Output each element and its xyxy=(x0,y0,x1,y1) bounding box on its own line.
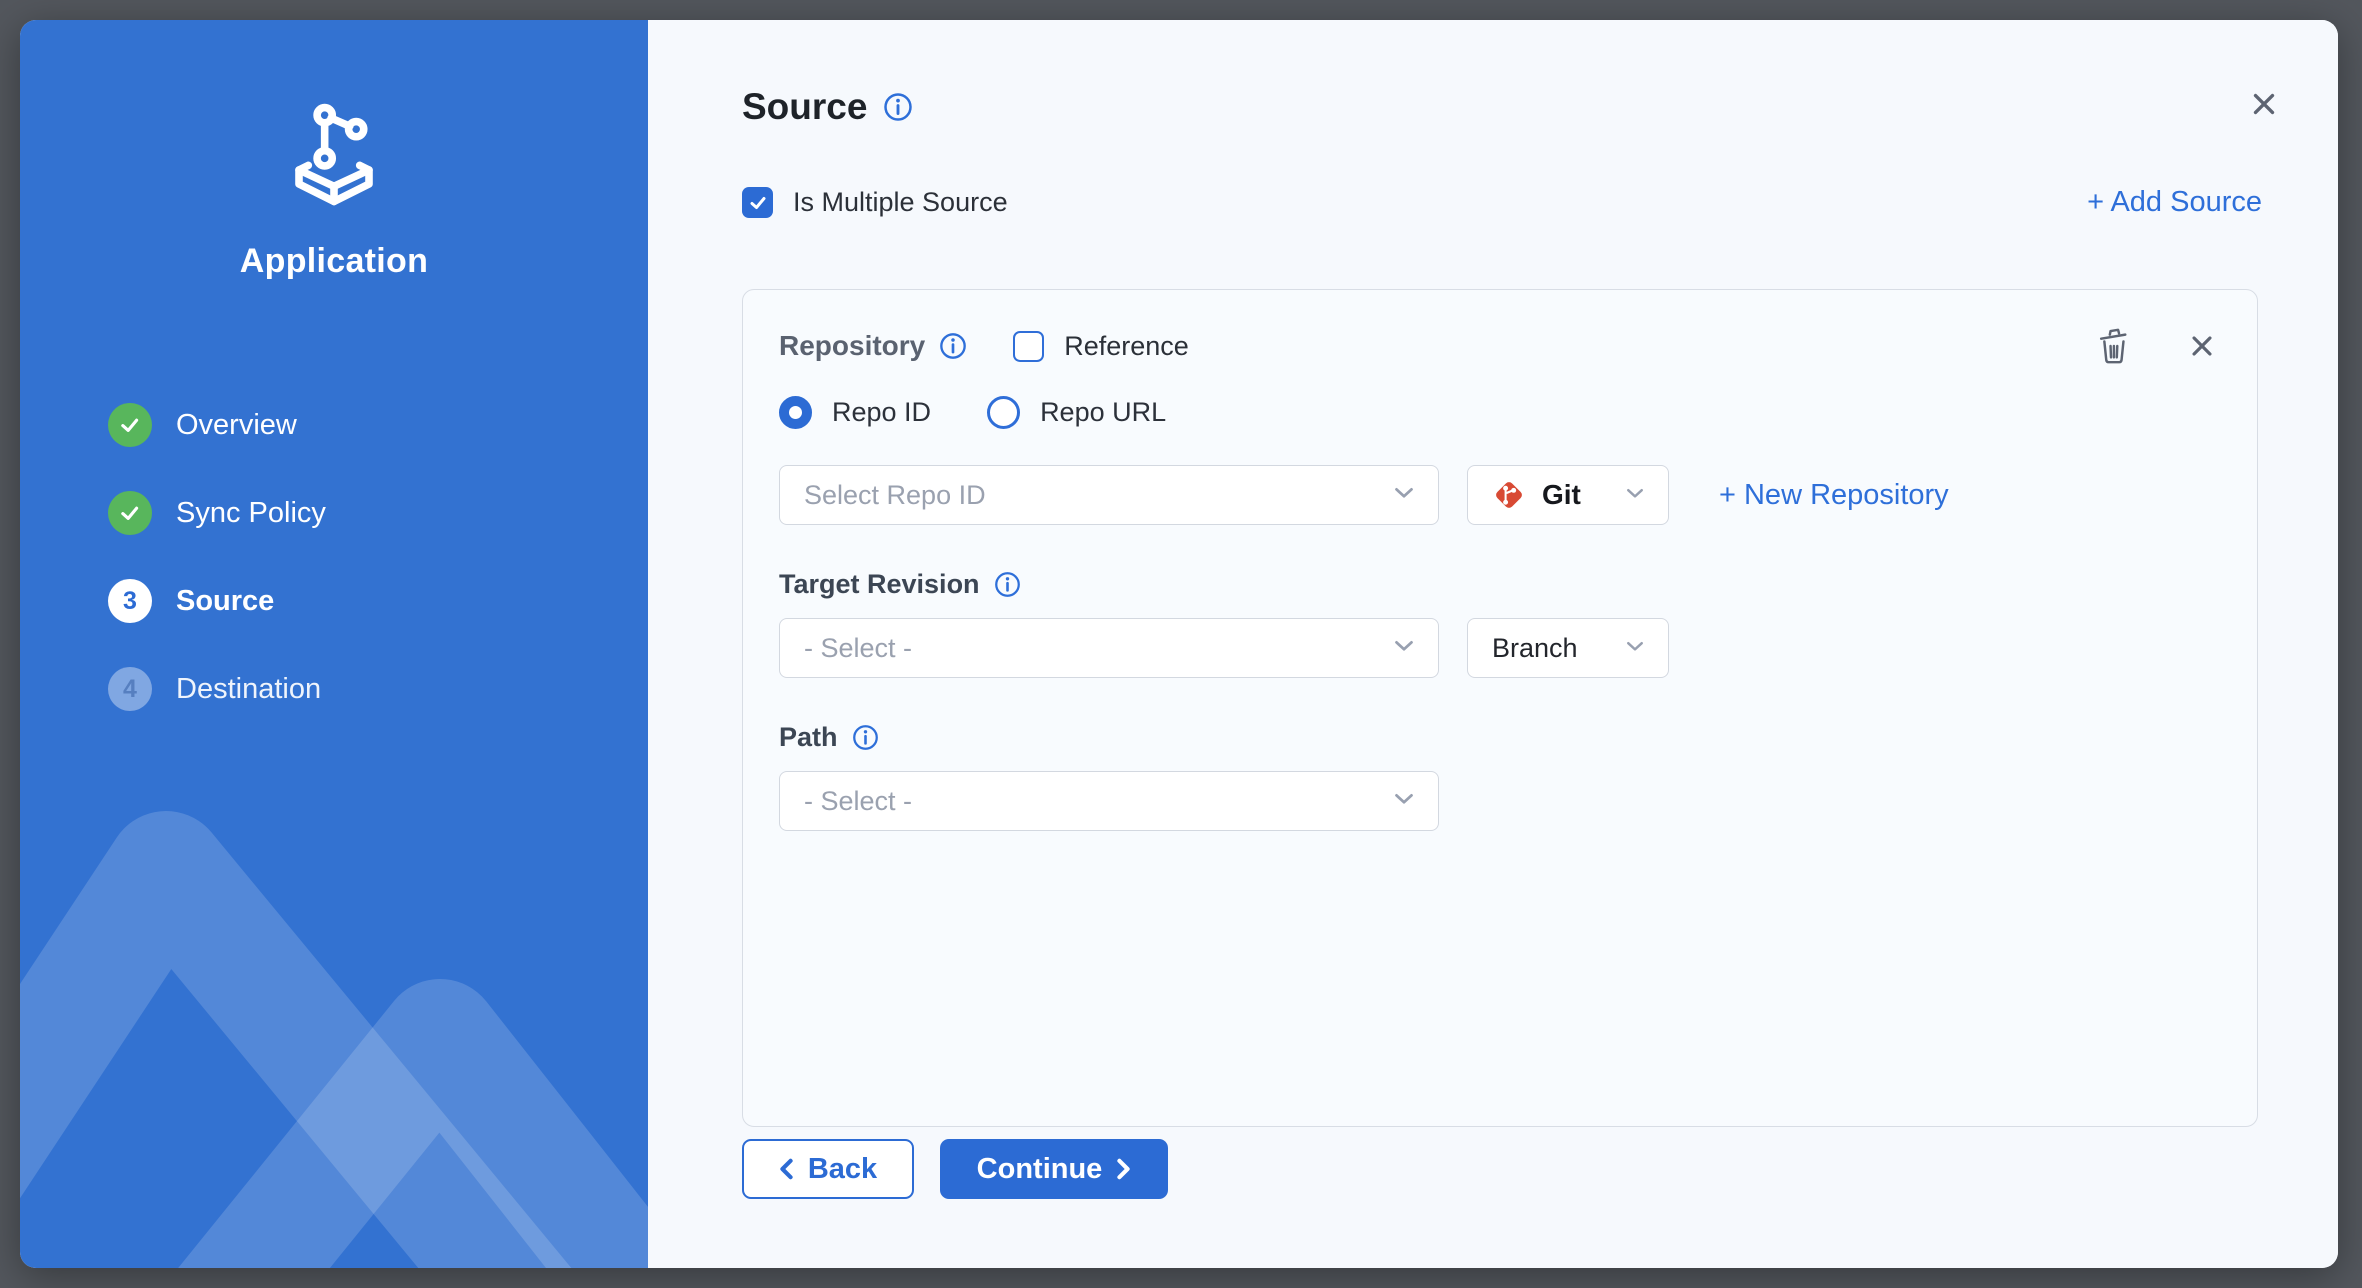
close-icon xyxy=(2187,331,2217,361)
step-source[interactable]: 3 Source xyxy=(20,557,648,645)
chevron-down-icon xyxy=(1394,639,1414,657)
chevron-right-icon xyxy=(1116,1158,1131,1180)
wizard-title: Application xyxy=(20,242,648,281)
brand-watermark xyxy=(20,788,648,1268)
path-select[interactable]: - Select - xyxy=(779,771,1439,831)
repo-url-radio[interactable] xyxy=(987,396,1020,429)
source-repository-card: Repository Reference xyxy=(742,289,2258,1127)
reference-label: Reference xyxy=(1064,331,1189,362)
application-wizard-modal: Application Overview Sync Policy 3 Sourc… xyxy=(20,20,2338,1268)
back-button-label: Back xyxy=(808,1153,877,1186)
info-icon[interactable] xyxy=(939,332,967,360)
new-repository-link[interactable]: + New Repository xyxy=(1719,479,1949,512)
repo-id-radio[interactable] xyxy=(779,396,812,429)
repo-id-select-placeholder: Select Repo ID xyxy=(804,480,986,511)
target-revision-label: Target Revision xyxy=(779,569,980,600)
repository-label: Repository xyxy=(779,330,925,362)
step-label: Destination xyxy=(176,673,321,706)
continue-button[interactable]: Continue xyxy=(940,1139,1168,1199)
step-number-badge: 3 xyxy=(108,579,152,623)
repo-url-label: Repo URL xyxy=(1040,397,1166,428)
chevron-down-icon xyxy=(1394,486,1414,504)
delete-source-button[interactable] xyxy=(2093,326,2133,366)
chevron-down-icon xyxy=(1394,792,1414,810)
chevron-down-icon xyxy=(1626,486,1644,504)
target-revision-select[interactable]: - Select - xyxy=(779,618,1439,678)
chevron-down-icon xyxy=(1626,639,1644,657)
repo-id-select[interactable]: Select Repo ID xyxy=(779,465,1439,525)
wizard-sidebar: Application Overview Sync Policy 3 Sourc… xyxy=(20,20,648,1268)
chevron-left-icon xyxy=(779,1158,794,1180)
is-multiple-source-label: Is Multiple Source xyxy=(793,187,1008,218)
path-placeholder: - Select - xyxy=(804,786,912,817)
check-circle-icon xyxy=(108,491,152,535)
is-multiple-source-checkbox[interactable] xyxy=(742,187,773,218)
reference-checkbox[interactable] xyxy=(1013,331,1044,362)
step-label: Source xyxy=(176,585,274,618)
back-button[interactable]: Back xyxy=(742,1139,914,1199)
repo-type-value: Git xyxy=(1542,479,1581,511)
remove-source-button[interactable] xyxy=(2187,331,2217,361)
step-sync-policy[interactable]: Sync Policy xyxy=(20,469,648,557)
step-number-badge: 4 xyxy=(108,667,152,711)
revision-type-value: Branch xyxy=(1492,633,1578,664)
step-destination[interactable]: 4 Destination xyxy=(20,645,648,733)
info-icon[interactable] xyxy=(852,724,879,751)
step-label: Sync Policy xyxy=(176,497,326,530)
check-circle-icon xyxy=(108,403,152,447)
repo-id-label: Repo ID xyxy=(832,397,931,428)
info-icon[interactable] xyxy=(883,92,913,122)
step-label: Overview xyxy=(176,409,297,442)
add-source-link[interactable]: + Add Source xyxy=(2087,186,2262,219)
revision-type-select[interactable]: Branch xyxy=(1467,618,1669,678)
trash-icon xyxy=(2093,326,2133,366)
wizard-steps: Overview Sync Policy 3 Source 4 Destinat… xyxy=(20,381,648,733)
info-icon[interactable] xyxy=(994,571,1021,598)
step-overview[interactable]: Overview xyxy=(20,381,648,469)
page-title: Source xyxy=(742,86,867,128)
close-modal-button[interactable] xyxy=(2242,82,2286,126)
repo-type-select[interactable]: Git xyxy=(1467,465,1669,525)
application-git-box-icon xyxy=(259,96,409,216)
source-step-panel: Source Is Multiple Source + Add Source R… xyxy=(648,20,2338,1268)
continue-button-label: Continue xyxy=(977,1153,1103,1186)
target-revision-placeholder: - Select - xyxy=(804,633,912,664)
git-icon xyxy=(1492,478,1526,512)
path-label: Path xyxy=(779,722,838,753)
